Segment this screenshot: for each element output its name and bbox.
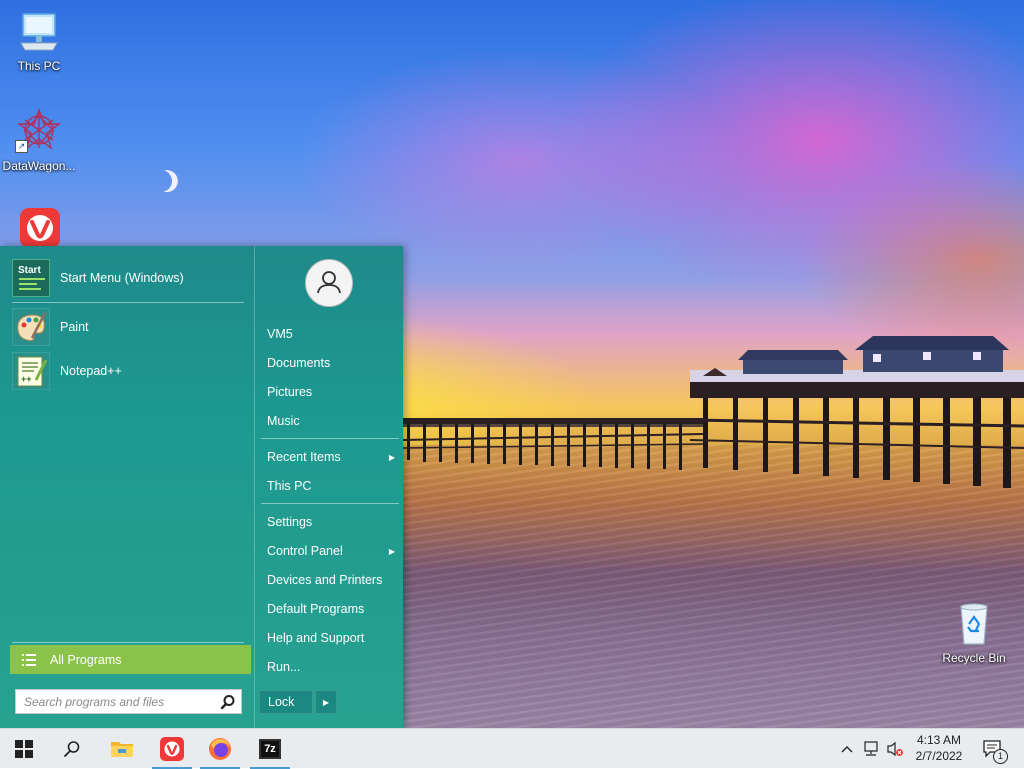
menu-item-pictures[interactable]: Pictures [263,379,399,405]
start-menu: Start Start Menu (Windows) Paint ++ Note… [0,246,403,728]
taskbar-search-button[interactable] [48,729,96,769]
shortcut-arrow-icon: ↗ [15,140,28,153]
menu-item-label: Default Programs [267,602,365,616]
menu-item-run[interactable]: Run... [263,654,399,680]
program-label: Start Menu (Windows) [60,271,184,285]
clock-date: 2/7/2022 [915,749,963,763]
firefox-icon [209,738,231,760]
menu-item-label: Settings [267,515,313,529]
submenu-arrow-icon: ▶ [388,546,395,556]
network-status-button[interactable] [860,729,882,769]
desktop-icon-label: Recycle Bin [942,651,1006,665]
menu-item-this-pc[interactable]: This PC [263,473,399,499]
program-notepad-plus-plus[interactable]: ++ Notepad++ [12,351,244,391]
menu-item-documents[interactable]: Documents [263,350,399,376]
power-options-arrow-button[interactable]: ▶ [315,690,337,714]
search-icon [64,741,80,757]
notification-count-badge: 1 [993,749,1008,764]
desktop-icon-vivaldi[interactable] [1,206,77,246]
menu-item-settings[interactable]: Settings [263,509,399,535]
user-avatar[interactable] [305,259,353,307]
vivaldi-icon [20,208,60,246]
submenu-arrow-icon: ▶ [388,452,395,462]
search-box [15,689,242,714]
menu-item-default-programs[interactable]: Default Programs [263,596,399,622]
desktop-icon-label: This PC [17,59,61,73]
menu-item-help-and-support[interactable]: Help and Support [263,625,399,651]
monitor-icon [20,13,58,51]
separator [12,642,244,643]
chevron-right-icon: ▶ [322,697,330,707]
taskbar-vivaldi[interactable] [148,729,196,769]
desktop-icon-datawagon[interactable]: ↗ DataWagon... [1,107,77,173]
folder-icon [111,742,133,757]
vivaldi-icon [160,737,184,761]
7zip-icon: 7z [259,739,281,759]
program-label: Notepad++ [60,364,122,378]
menu-item-label: Documents [267,356,331,370]
windows-logo-icon [15,740,33,758]
menu-item-music[interactable]: Music [263,408,399,434]
menu-item-label: Pictures [267,385,313,399]
separator [261,503,399,504]
menu-item-control-panel[interactable]: Control Panel ▶ [263,538,399,564]
chevron-up-icon [841,746,853,753]
clock-time: 4:13 AM [916,733,962,747]
separator [12,302,244,303]
menu-item-label: Run... [267,660,301,674]
power-controls: Lock ▶ [259,690,337,714]
start-menu-right-pane: VM5 Documents Pictures Music Recent Item… [254,246,404,728]
start-menu-icon: Start [12,259,50,297]
start-button[interactable] [0,729,48,769]
paint-palette-icon [12,308,50,346]
menu-item-label: VM5 [267,327,293,341]
taskbar-firefox[interactable] [196,729,244,769]
recycle-bin-icon [960,603,988,645]
pier-image [403,336,1024,488]
menu-item-label: Devices and Printers [267,573,383,587]
desktop-icon-label: DataWagon... [2,159,76,173]
user-icon [317,271,341,294]
menu-item-label: Music [267,414,300,428]
desktop-icon-this-pc[interactable]: This PC [1,10,77,73]
notepad-plus-plus-icon: ++ [12,352,50,390]
taskbar-file-explorer[interactable] [98,729,146,769]
taskbar-7zip[interactable]: 7z [246,729,294,769]
network-icon [864,741,878,756]
lock-button[interactable]: Lock [259,690,313,714]
menu-item-label: Recent Items [267,450,341,464]
moon [146,166,176,196]
start-menu-left-pane: Start Start Menu (Windows) Paint ++ Note… [0,246,254,728]
volume-button[interactable] [884,729,906,769]
action-center-button[interactable]: 1 [978,729,1008,769]
lock-label: Lock [268,695,295,709]
all-programs-button[interactable]: All Programs [10,645,251,674]
list-icon [22,653,36,666]
all-programs-label: All Programs [50,652,122,667]
separator [261,438,399,439]
menu-item-label: Control Panel [267,544,343,558]
program-start-menu-windows[interactable]: Start Start Menu (Windows) [12,258,244,298]
show-hidden-icons-button[interactable] [836,729,858,769]
menu-item-vm5[interactable]: VM5 [263,321,399,347]
program-label: Paint [60,320,89,334]
svg-text:++: ++ [21,374,32,384]
menu-item-recent-items[interactable]: Recent Items ▶ [263,444,399,470]
search-input[interactable] [16,690,214,713]
clock[interactable]: 4:13 AM 2/7/2022 [908,732,970,764]
program-paint[interactable]: Paint [12,307,244,347]
menu-item-label: This PC [267,479,312,493]
menu-item-devices-and-printers[interactable]: Devices and Printers [263,567,399,593]
taskbar: 7z 4:13 AM 2/7/2022 1 [0,728,1024,769]
menu-item-label: Help and Support [267,631,365,645]
volume-muted-icon [887,741,903,757]
desktop-icon-recycle-bin[interactable]: Recycle Bin [936,602,1012,665]
search-icon[interactable] [219,693,237,711]
